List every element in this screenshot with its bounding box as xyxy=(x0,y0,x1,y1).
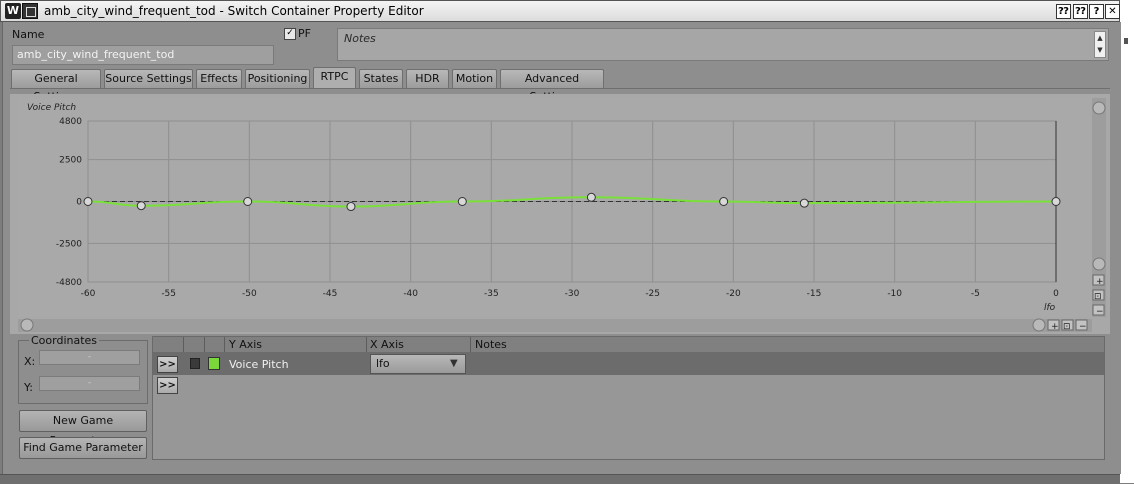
tab-positioning[interactable]: Positioning xyxy=(245,69,310,88)
zoom-fit-vertical-label: ⊡ xyxy=(1094,292,1102,302)
rtpc-curve-chart[interactable]: -60 -55 -50 -45 -40 -35 -30 -25 -20 -15 -10 -5 04800… xyxy=(10,94,1110,334)
curve-point[interactable] xyxy=(83,197,93,206)
x-tick-label: -40 xyxy=(403,289,418,299)
x-coordinate-field[interactable]: - xyxy=(39,350,140,365)
x-tick-label: -5 xyxy=(971,289,980,299)
tab-advanced-settings[interactable]: Advanced Settings xyxy=(500,69,604,103)
column-separator xyxy=(470,337,471,352)
curve-color-swatch[interactable] xyxy=(208,357,220,370)
name-field[interactable]: amb_city_wind_frequent_tod xyxy=(12,45,274,65)
curve-point[interactable] xyxy=(243,197,253,206)
title-bar: W amb_city_wind_frequent_tod - Switch Co… xyxy=(0,0,1120,22)
curve-point[interactable] xyxy=(799,198,809,208)
y-tick-label: 0 xyxy=(76,198,82,208)
curve-point[interactable] xyxy=(457,197,467,206)
x-tick-label: -20 xyxy=(726,289,741,299)
curve-point[interactable] xyxy=(719,197,729,206)
new-game-parameter-button[interactable]: New Game Parameter... xyxy=(19,410,147,447)
x-tick-label: -10 xyxy=(887,289,902,299)
zoom-in-horizontal-label: + xyxy=(1051,322,1059,332)
row-y-axis-value: Voice Pitch xyxy=(229,358,289,371)
graph-canvas xyxy=(18,98,1092,317)
tab-hdr[interactable]: HDR xyxy=(406,69,449,88)
column-separator xyxy=(366,337,367,352)
scroll-left-icon[interactable] xyxy=(20,318,34,332)
x-tick-label: -60 xyxy=(81,289,96,299)
zoom-fit-horizontal-label: ⊡ xyxy=(1063,322,1071,332)
scroll-up-icon[interactable] xyxy=(1092,101,1106,115)
curve-point[interactable] xyxy=(136,201,146,211)
pin-icon[interactable] xyxy=(190,358,200,369)
zoom-out-horizontal-label: − xyxy=(1079,322,1087,332)
notes-textarea[interactable]: Notes ▲ ▼ xyxy=(337,28,1109,61)
y-axis-label: Voice Pitch xyxy=(27,103,76,113)
help-pin-icon[interactable]: ⁇ xyxy=(1073,4,1088,19)
x-tick-label: -55 xyxy=(161,289,176,299)
curve-point[interactable] xyxy=(586,192,596,202)
pf-label: PF xyxy=(298,27,311,40)
notes-scrollbar[interactable]: ▲ ▼ xyxy=(1094,31,1106,58)
pf-checkbox[interactable]: ✓ xyxy=(284,28,296,40)
column-header-x-axis[interactable]: X Axis xyxy=(370,338,404,351)
zoom-in-vertical-label: + xyxy=(1096,277,1104,287)
help-button[interactable]: ? xyxy=(1089,4,1104,19)
add-row-button[interactable]: >> xyxy=(157,377,178,394)
x-axis-selected-value: lfo xyxy=(376,357,390,370)
y-tick-label: -2500 xyxy=(56,239,82,249)
tab-divider xyxy=(10,88,1110,89)
y-coordinate-label: Y: xyxy=(24,381,33,394)
x-axis-label: lfo xyxy=(1044,303,1056,313)
x-coordinate-label: X: xyxy=(24,355,36,368)
column-separator xyxy=(183,337,184,352)
find-game-parameter-button[interactable]: Find Game Parameter xyxy=(19,437,147,459)
tab-states[interactable]: States xyxy=(359,69,403,88)
column-separator xyxy=(204,337,205,352)
close-button[interactable]: ✕ xyxy=(1105,4,1120,19)
y-tick-label: 2500 xyxy=(59,156,82,166)
column-header-notes[interactable]: Notes xyxy=(475,338,507,351)
coordinates-title: Coordinates xyxy=(29,334,100,347)
chevron-down-icon: ▼ xyxy=(450,358,458,369)
rtpc-table-header xyxy=(153,337,1104,352)
column-separator xyxy=(224,337,225,352)
name-label: Name xyxy=(12,28,45,41)
y-coordinate-field[interactable]: - xyxy=(39,376,140,391)
table-row[interactable] xyxy=(153,352,1104,375)
curve-point[interactable] xyxy=(1051,197,1061,206)
tab-source-settings[interactable]: Source Settings xyxy=(104,69,193,88)
y-tick-label: -4800 xyxy=(56,278,82,288)
x-tick-label: -15 xyxy=(807,289,822,299)
x-axis-dropdown[interactable]: lfo ▼ xyxy=(370,354,466,374)
x-tick-label: -45 xyxy=(323,289,338,299)
notes-placeholder: Notes xyxy=(344,32,376,45)
help-context-icon[interactable]: ⁇ xyxy=(1056,4,1071,19)
tab-motion[interactable]: Motion xyxy=(452,69,497,88)
x-tick-label: -50 xyxy=(242,289,257,299)
x-tick-label: -30 xyxy=(565,289,580,299)
wwise-logo-icon: W xyxy=(5,3,21,19)
rtpc-graph[interactable]: -60 -55 -50 -45 -40 -35 -30 -25 -20 -15 -10 -5 0 4800… xyxy=(10,94,1110,334)
tab-general-settings[interactable]: General Settings xyxy=(11,69,101,103)
tab-rtpc[interactable]: RTPC xyxy=(313,67,356,88)
scroll-down-icon[interactable] xyxy=(1092,257,1106,271)
graph-horizontal-scrollbar[interactable] xyxy=(18,319,1092,332)
tab-effects[interactable]: Effects xyxy=(196,69,242,88)
expand-row-button[interactable]: >> xyxy=(157,356,178,373)
background-strip xyxy=(1120,0,1134,483)
x-tick-label: -35 xyxy=(484,289,499,299)
column-header-y-axis[interactable]: Y Axis xyxy=(229,338,262,351)
zoom-out-vertical-label: − xyxy=(1096,307,1104,317)
window-title: amb_city_wind_frequent_tod - Switch Cont… xyxy=(44,4,424,18)
y-tick-label: 4800 xyxy=(59,117,82,127)
x-tick-label: 0 xyxy=(1053,289,1059,299)
scroll-right-icon[interactable] xyxy=(1032,318,1046,332)
switch-container-icon xyxy=(22,3,38,19)
x-tick-label: -25 xyxy=(645,289,660,299)
curve-point[interactable] xyxy=(346,202,356,212)
